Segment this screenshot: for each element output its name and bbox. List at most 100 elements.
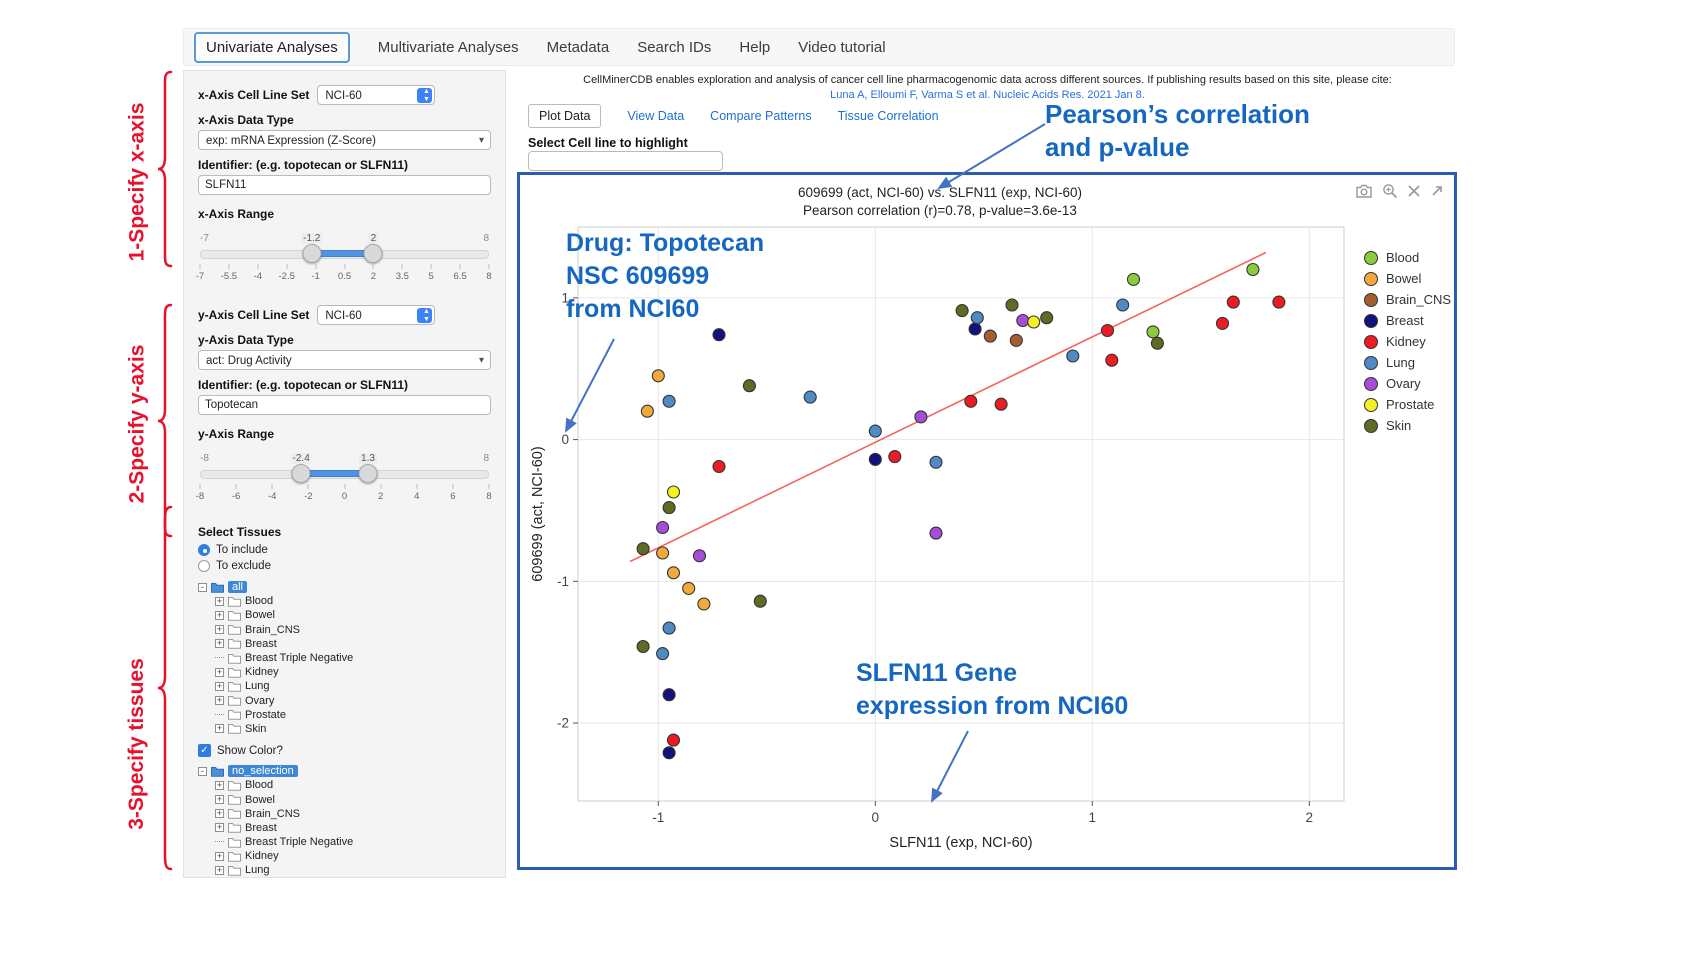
data-point-kidney[interactable] xyxy=(995,398,1007,410)
tree-item-breast-triple-negative[interactable]: Breast Triple Negative xyxy=(198,835,491,849)
data-point-brain-cns[interactable] xyxy=(1010,334,1022,346)
expand-icon[interactable]: + xyxy=(215,668,224,677)
tree-item-blood[interactable]: +Blood xyxy=(198,778,491,792)
data-point-prostate[interactable] xyxy=(668,486,680,498)
x-data-type-select[interactable]: exp: mRNA Expression (Z-Score) xyxy=(198,130,491,150)
radio-unselected-icon[interactable] xyxy=(198,560,210,572)
data-point-bowel[interactable] xyxy=(641,405,653,417)
camera-icon[interactable] xyxy=(1355,184,1373,198)
data-point-bowel[interactable] xyxy=(668,567,680,579)
slider-handle[interactable] xyxy=(364,244,383,263)
data-point-ovary[interactable] xyxy=(1017,315,1029,327)
expand-icon[interactable]: + xyxy=(215,639,224,648)
nav-metadata[interactable]: Metadata xyxy=(547,39,610,56)
x-identifier-input[interactable] xyxy=(198,175,491,195)
expand-icon[interactable]: + xyxy=(215,823,224,832)
data-point-kidney[interactable] xyxy=(1106,354,1118,366)
data-point-breast[interactable] xyxy=(713,329,725,341)
expand-icon[interactable]: + xyxy=(215,724,224,733)
tree-item-skin[interactable]: +Skin xyxy=(198,722,491,736)
data-point-lung[interactable] xyxy=(1067,350,1079,362)
data-point-ovary[interactable] xyxy=(930,527,942,539)
show-color-checkbox-row[interactable]: ✓ Show Color? xyxy=(198,743,491,758)
data-point-lung[interactable] xyxy=(1117,299,1129,311)
data-point-skin[interactable] xyxy=(956,305,968,317)
data-point-skin[interactable] xyxy=(1006,299,1018,311)
data-point-lung[interactable] xyxy=(657,648,669,660)
tree-item-kidney[interactable]: +Kidney xyxy=(198,849,491,863)
checkbox-checked-icon[interactable]: ✓ xyxy=(198,744,211,757)
tree-item-breast[interactable]: +Breast xyxy=(198,637,491,651)
data-point-kidney[interactable] xyxy=(889,451,901,463)
tree-item-lung[interactable]: +Lung xyxy=(198,863,491,877)
data-point-kidney[interactable] xyxy=(1217,317,1229,329)
data-point-skin[interactable] xyxy=(637,543,649,555)
data-point-ovary[interactable] xyxy=(915,411,927,423)
data-point-kidney[interactable] xyxy=(965,395,977,407)
expand-icon[interactable]: + xyxy=(215,625,224,634)
legend-item-brain-cns[interactable]: Brain_CNS xyxy=(1364,289,1451,310)
data-point-prostate[interactable] xyxy=(1028,316,1040,328)
tree-item-bowel[interactable]: +Bowel xyxy=(198,792,491,806)
data-point-breast[interactable] xyxy=(663,747,675,759)
citation-link[interactable]: Luna A, Elloumi F, Varma S et al. Nuclei… xyxy=(520,89,1455,101)
data-point-lung[interactable] xyxy=(869,425,881,437)
expand-icon[interactable]: + xyxy=(215,597,224,606)
y-data-type-select[interactable]: act: Drug Activity xyxy=(198,350,491,370)
tree-item-kidney[interactable]: +Kidney xyxy=(198,665,491,679)
legend-item-ovary[interactable]: Ovary xyxy=(1364,373,1451,394)
pan-icon[interactable] xyxy=(1407,184,1421,198)
data-point-bowel[interactable] xyxy=(683,582,695,594)
data-point-kidney[interactable] xyxy=(668,734,680,746)
data-point-skin[interactable] xyxy=(1151,337,1163,349)
highlight-cell-line-input[interactable] xyxy=(528,151,723,171)
radio-to-include[interactable]: To include xyxy=(198,542,491,558)
expand-icon[interactable]: + xyxy=(215,682,224,691)
tree-item-ovary[interactable]: +Ovary xyxy=(198,694,491,708)
data-point-bowel[interactable] xyxy=(698,598,710,610)
data-point-skin[interactable] xyxy=(1041,312,1053,324)
data-point-lung[interactable] xyxy=(663,395,675,407)
tab-view-data[interactable]: View Data xyxy=(627,109,684,123)
data-point-lung[interactable] xyxy=(930,456,942,468)
tree-item-blood[interactable]: +Blood xyxy=(198,594,491,608)
data-point-kidney[interactable] xyxy=(1273,296,1285,308)
legend-item-skin[interactable]: Skin xyxy=(1364,415,1451,436)
tree-root-all[interactable]: -all xyxy=(198,580,491,594)
tree-root-no-selection[interactable]: -no_selection xyxy=(198,764,491,778)
tree-item-brain-cns[interactable]: +Brain_CNS xyxy=(198,807,491,821)
tree-item-brain-cns[interactable]: +Brain_CNS xyxy=(198,623,491,637)
tree-item-bowel[interactable]: +Bowel xyxy=(198,608,491,622)
expand-icon[interactable]: + xyxy=(215,852,224,861)
nav-help[interactable]: Help xyxy=(739,39,770,56)
tab-compare-patterns[interactable]: Compare Patterns xyxy=(710,109,811,123)
data-point-skin[interactable] xyxy=(743,380,755,392)
data-point-bowel[interactable] xyxy=(657,547,669,559)
tab-tissue-correlation[interactable]: Tissue Correlation xyxy=(838,109,939,123)
nav-search-ids[interactable]: Search IDs xyxy=(637,39,711,56)
data-point-skin[interactable] xyxy=(637,641,649,653)
y-identifier-input[interactable] xyxy=(198,395,491,415)
data-point-lung[interactable] xyxy=(663,622,675,634)
tree-item-lung[interactable]: +Lung xyxy=(198,679,491,693)
data-point-blood[interactable] xyxy=(1128,273,1140,285)
legend-item-blood[interactable]: Blood xyxy=(1364,247,1451,268)
reset-axes-icon[interactable] xyxy=(1430,184,1444,198)
data-point-kidney[interactable] xyxy=(1227,296,1239,308)
radio-to-exclude[interactable]: To exclude xyxy=(198,558,491,574)
legend-item-bowel[interactable]: Bowel xyxy=(1364,268,1451,289)
zoom-in-icon[interactable] xyxy=(1382,183,1398,199)
collapse-icon[interactable]: - xyxy=(198,583,207,592)
y-cell-line-select[interactable]: NCI-60▲▼ xyxy=(317,305,435,325)
expand-icon[interactable]: + xyxy=(215,795,224,804)
nav-multivariate-analyses[interactable]: Multivariate Analyses xyxy=(378,39,519,56)
collapse-icon[interactable]: - xyxy=(198,767,207,776)
expand-icon[interactable]: + xyxy=(215,809,224,818)
data-point-breast[interactable] xyxy=(869,453,881,465)
data-point-blood[interactable] xyxy=(1247,264,1259,276)
data-point-kidney[interactable] xyxy=(1102,325,1114,337)
data-point-lung[interactable] xyxy=(804,391,816,403)
tree-item-breast-triple-negative[interactable]: Breast Triple Negative xyxy=(198,651,491,665)
data-point-ovary[interactable] xyxy=(657,522,669,534)
expand-icon[interactable]: + xyxy=(215,781,224,790)
